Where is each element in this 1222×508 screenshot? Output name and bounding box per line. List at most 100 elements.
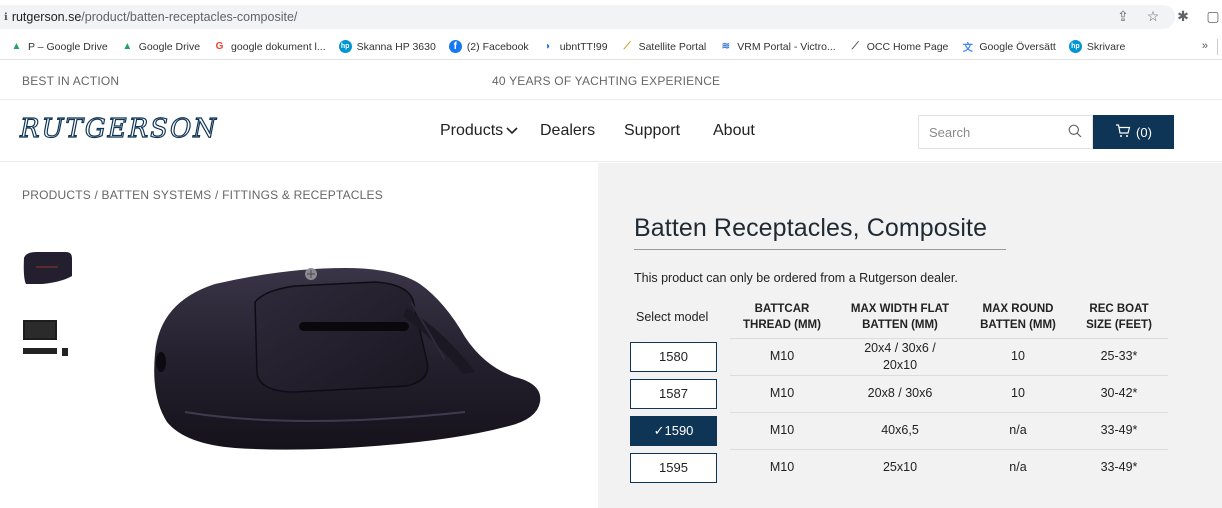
bookmark-item[interactable]: ≋ VRM Portal - Victro... [719, 40, 836, 53]
header-select-model: Select model [636, 310, 709, 324]
header-flat-line2: BATTEN (MM) [862, 318, 938, 331]
bookmark-item[interactable]: ▲ Google Drive [121, 40, 200, 53]
model-table-header: Select model BATTCAR THREAD (MM) MAX WIDT… [630, 296, 1168, 338]
boat-cell: 33-49* [1070, 448, 1168, 486]
translate-icon: 文 [962, 43, 973, 54]
flat-cell: 20x4 / 30x6 / 20x10 [834, 337, 966, 375]
breadcrumb[interactable]: PRODUCTS / BATTEN SYSTEMS / FITTINGS & R… [22, 188, 383, 202]
share-icon[interactable]: ⇪ [1114, 8, 1132, 25]
vrm-icon: ≋ [721, 41, 730, 52]
bookmarks-bar: ▲ P – Google Drive ▲ Google Drive Ggoogle do… [0, 34, 1222, 60]
bookmark-label: OCC Home Page [866, 40, 949, 53]
site-top-strip: BEST IN ACTION 40 YEARS OF YACHTING EXPE… [0, 60, 1222, 100]
nav-products[interactable]: Products [440, 122, 518, 140]
rutgerson-logo[interactable]: RUTGERSON [19, 113, 218, 144]
table-row: 1580 M10 20x4 / 30x6 / 20x10 10 25-33* [630, 337, 1168, 375]
nav-products-label: Products [440, 122, 504, 139]
product-image [145, 262, 545, 452]
product-thumbnail-1[interactable] [22, 248, 74, 288]
dealer-note: This product can only be ordered from a … [634, 271, 958, 285]
occ-icon: ⟋ [851, 41, 859, 52]
round-cell: 10 [966, 337, 1070, 375]
header-round-line2: BATTEN (MM) [980, 318, 1056, 331]
product-title: Batten Receptacles, Composite [634, 214, 988, 242]
nav-about[interactable]: About [713, 122, 755, 140]
product-thumbnail-2[interactable] [22, 318, 74, 360]
bookmark-label: VRM Portal - Victro... [737, 40, 836, 53]
bookmark-item[interactable]: 文 Google Översätt [961, 40, 1056, 55]
bookmark-label: Google Översätt [979, 40, 1056, 53]
hp-icon: hp [1068, 40, 1082, 53]
model-button-1587[interactable]: 1587 [630, 378, 717, 409]
header-flat: MAX WIDTH FLAT BATTEN (MM) [834, 296, 966, 338]
bookmark-label: ubntTT!99 [559, 40, 608, 53]
header-boat-line2: SIZE (FEET) [1086, 318, 1152, 331]
header-flat-line1: MAX WIDTH FLAT [850, 302, 950, 315]
header-boat: REC BOAT SIZE (FEET) [1070, 296, 1168, 338]
header-thread: BATTCAR THREAD (MM) [730, 296, 834, 338]
thread-cell: M10 [730, 448, 834, 486]
bookmark-item[interactable]: Ggoogle dokument l... [213, 40, 326, 53]
boat-cell: 25-33* [1070, 337, 1168, 375]
url-path: /product/batten-receptacles-composite/ [81, 10, 298, 24]
bookmarks-overflow-button[interactable]: » [1202, 40, 1208, 52]
model-button-1580[interactable]: 1580 [630, 341, 717, 372]
chevron-down-icon [506, 124, 518, 138]
extensions-icon[interactable]: ✱ [1174, 8, 1192, 25]
flat-cell: 20x8 / 30x6 [834, 374, 966, 412]
table-row: ✓1590 M10 40x6,5 n/a 33-49* [630, 411, 1168, 449]
flat-cell: 25x10 [834, 448, 966, 486]
model-button-1595[interactable]: 1595 [630, 452, 717, 483]
bookmark-item[interactable]: ◗ ubntTT!99 [542, 40, 608, 53]
search-box [918, 115, 1093, 149]
flat-cell-text: 20x4 / 30x6 / 20x10 [864, 340, 936, 372]
nav-dealers[interactable]: Dealers [540, 122, 595, 140]
header-boat-line1: REC BOAT [1089, 302, 1149, 315]
cart-count: (0) [1136, 124, 1152, 140]
side-panel-icon[interactable]: ▢ [1204, 8, 1222, 25]
bookmark-item[interactable]: hp Skrivare [1068, 40, 1126, 53]
bookmark-label: (2) Facebook [466, 40, 529, 53]
thread-cell: M10 [730, 337, 834, 375]
bookmark-label: P – Google Drive [28, 40, 108, 53]
url-domain: rutgerson.se [11, 10, 82, 24]
cart-icon [1115, 123, 1136, 141]
facebook-icon: f [448, 40, 462, 53]
header-thread-line1: BATTCAR [754, 302, 810, 315]
bookmark-item[interactable]: hp Skanna HP 3630 [338, 40, 436, 53]
bookmark-label: Skanna HP 3630 [356, 40, 436, 53]
header-round-line1: MAX ROUND [982, 302, 1054, 315]
header-thread-line2: THREAD (MM) [743, 318, 821, 331]
site-header: RUTGERSON Products Dealers Support About… [0, 100, 1222, 162]
bookmarks-separator [1217, 39, 1218, 55]
cart-button[interactable]: (0) [1093, 115, 1174, 149]
hp-icon: hp [338, 40, 352, 53]
boat-cell: 33-49* [1070, 411, 1168, 449]
round-cell: n/a [966, 448, 1070, 486]
thread-cell: M10 [730, 374, 834, 412]
bookmark-label: google dokument l... [231, 40, 326, 53]
model-table: Select model BATTCAR THREAD (MM) MAX WIDT… [630, 296, 1168, 486]
bookmark-label: Satellite Portal [638, 40, 707, 53]
address-bar[interactable]: ℹ rutgerson.se/product/batten-receptacle… [0, 5, 1175, 29]
feed-icon: ◗ [545, 41, 552, 52]
bookmark-item[interactable]: ⟋ OCC Home Page [849, 40, 949, 53]
model-button-1590-selected[interactable]: ✓1590 [630, 415, 717, 446]
nav-support[interactable]: Support [624, 122, 680, 140]
round-cell: 10 [966, 374, 1070, 412]
tagline-left: BEST IN ACTION [22, 74, 120, 88]
bookmark-label: Google Drive [138, 40, 201, 53]
search-icon[interactable] [1068, 124, 1082, 138]
site-info-icon[interactable]: ℹ [4, 12, 8, 23]
bookmark-label: Skrivare [1086, 40, 1126, 53]
bookmark-item[interactable]: f (2) Facebook [448, 40, 529, 53]
search-input[interactable] [929, 124, 1059, 140]
table-row: 1595 M10 25x10 n/a 33-49* [630, 448, 1168, 486]
bookmark-item[interactable]: ▲ P – Google Drive [10, 40, 108, 53]
header-round: MAX ROUND BATTEN (MM) [966, 296, 1070, 338]
thread-cell: M10 [730, 411, 834, 449]
bookmark-star-icon[interactable]: ☆ [1144, 8, 1162, 25]
bookmark-item[interactable]: ⟋ Satellite Portal [621, 40, 707, 53]
google-drive-icon: ▲ [122, 41, 133, 52]
satellite-icon: ⟋ [623, 41, 631, 52]
